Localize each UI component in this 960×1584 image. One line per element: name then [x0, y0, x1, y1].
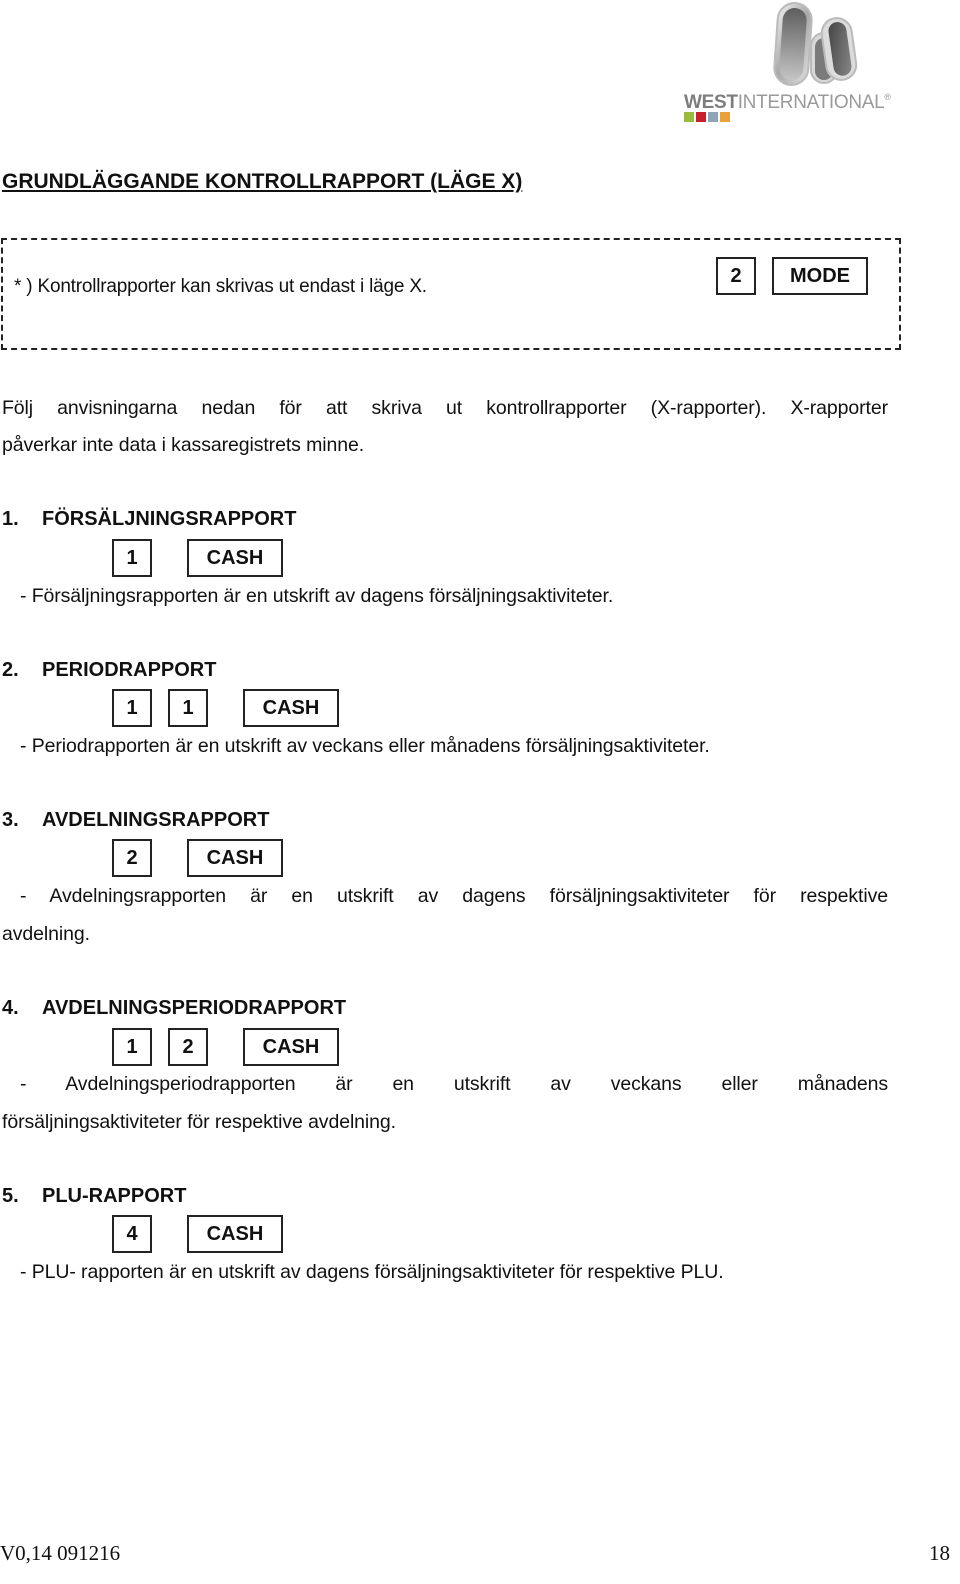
- intro-line-1: Följ anvisningarna nedan för att skriva …: [2, 397, 888, 419]
- note-text: * ) Kontrollrapporter kan skrivas ut end…: [14, 276, 427, 297]
- logo-square-red-icon: [696, 112, 706, 122]
- section-heading-text: AVDELNINGSPERIODRAPPORT: [42, 997, 347, 1019]
- key-cash: CASH: [243, 1028, 339, 1066]
- logo-square-green-icon: [684, 112, 694, 122]
- section-heading-text: AVDELNINGSRAPPORT: [42, 809, 270, 831]
- section-number: 5.: [2, 1185, 19, 1207]
- key-1: 1: [112, 1028, 152, 1066]
- footer-page-number: 18: [929, 1541, 950, 1565]
- section-5-heading: 5. PLU-RAPPORT: [2, 1185, 186, 1208]
- section-number: 1.: [2, 508, 19, 530]
- section-1-description: - Försäljningsrapporten är en utskrift a…: [20, 585, 614, 607]
- key-cash: CASH: [243, 689, 339, 727]
- section-2-heading: 2. PERIODRAPPORT: [2, 659, 216, 682]
- section-3-description-line-1: - Avdelningsrapporten är en utskrift av …: [20, 885, 888, 907]
- section-4-description-line-1: - Avdelningsperiodrapporten är en utskri…: [20, 1073, 888, 1095]
- section-number: 4.: [2, 997, 19, 1019]
- logo-brand-international: INTERNATIONAL: [737, 92, 885, 113]
- section-3-heading: 3. AVDELNINGSRAPPORT: [2, 809, 269, 832]
- key-cash: CASH: [187, 839, 283, 877]
- key-cash: CASH: [187, 1215, 283, 1253]
- key-2: 2: [112, 839, 152, 877]
- section-5-description: - PLU- rapporten är en utskrift av dagen…: [20, 1261, 724, 1283]
- logo-emblem-icon: [773, 2, 858, 86]
- section-heading-text: PLU-RAPPORT: [42, 1185, 187, 1207]
- section-heading-text: FÖRSÄLJNINGSRAPPORT: [42, 508, 297, 530]
- page-title: GRUNDLÄGGANDE KONTROLLRAPPORT (LÄGE X): [2, 170, 523, 193]
- key-1: 1: [112, 689, 152, 727]
- section-heading-text: PERIODRAPPORT: [42, 659, 217, 681]
- west-international-logo: WESTINTERNATIONAL®: [684, 0, 894, 128]
- intro-line-2: påverkar inte data i kassaregistrets min…: [2, 434, 365, 456]
- section-number: 2.: [2, 659, 19, 681]
- registered-mark: ®: [884, 92, 891, 102]
- logo-square-blue-icon: [708, 112, 718, 122]
- logo-wordmark: WESTINTERNATIONAL®: [684, 92, 891, 114]
- key-2: 2: [168, 1028, 208, 1066]
- section-3-description-line-2: avdelning.: [2, 923, 90, 945]
- footer-version: V0,14 091216: [0, 1541, 121, 1565]
- key-1: 1: [112, 539, 152, 577]
- key-4: 4: [112, 1215, 152, 1253]
- key-cash: CASH: [187, 539, 283, 577]
- logo-color-squares: [684, 112, 730, 122]
- section-4-heading: 4. AVDELNINGSPERIODRAPPORT: [2, 997, 346, 1020]
- section-number: 3.: [2, 809, 19, 831]
- section-1-heading: 1. FÖRSÄLJNINGSRAPPORT: [2, 508, 296, 531]
- section-2-description: - Periodrapporten är en utskrift av veck…: [20, 735, 710, 757]
- section-4-description-line-2: försäljningsaktiviteter för respektive a…: [2, 1111, 396, 1133]
- logo-brand-west: WEST: [684, 92, 738, 113]
- key-2: 2: [716, 257, 756, 295]
- logo-square-orange-icon: [720, 112, 730, 122]
- key-mode: MODE: [772, 257, 868, 295]
- key-1: 1: [168, 689, 208, 727]
